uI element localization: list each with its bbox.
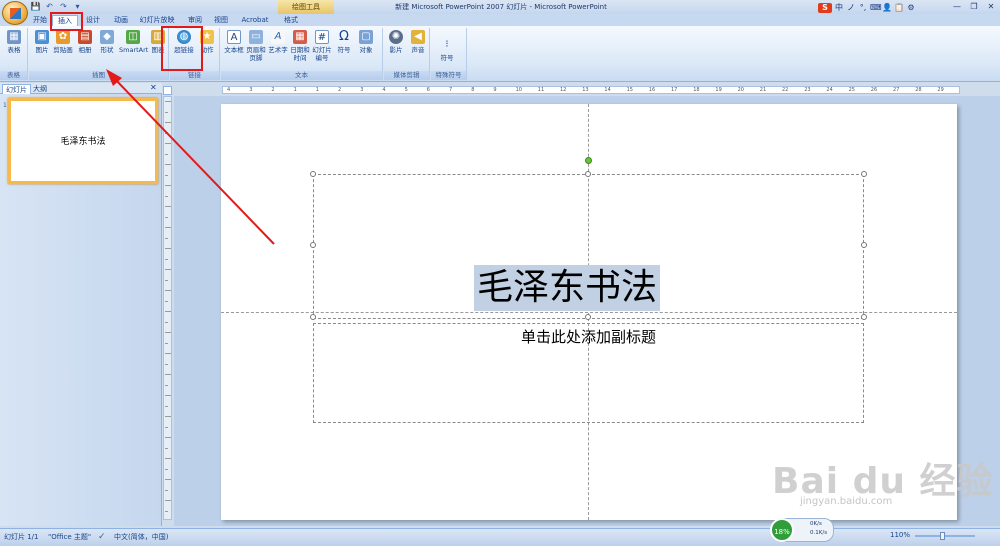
zoom-slider-knob[interactable] [940, 532, 945, 540]
office-logo-icon [10, 8, 21, 19]
slide-counter: 幻灯片 1/1 [4, 533, 39, 541]
zoom-slider[interactable] [915, 535, 975, 537]
status-bar: 幻灯片 1/1 "Office 主题" ✓ 中文(简体，中国) [0, 528, 1000, 546]
theme-name: "Office 主题" [48, 533, 92, 541]
office-button[interactable] [2, 1, 28, 25]
language: 中文(简体，中国) [114, 533, 169, 541]
zoom-level[interactable]: 110% [890, 531, 910, 539]
watermark-url: jingyan.baidu.com [800, 496, 893, 507]
cpu-percent: 18% [770, 518, 794, 542]
download-speed: 0.1K/s [810, 530, 828, 536]
spellcheck-icon[interactable]: ✓ [98, 532, 106, 543]
upload-speed: 0K/s [810, 521, 822, 527]
